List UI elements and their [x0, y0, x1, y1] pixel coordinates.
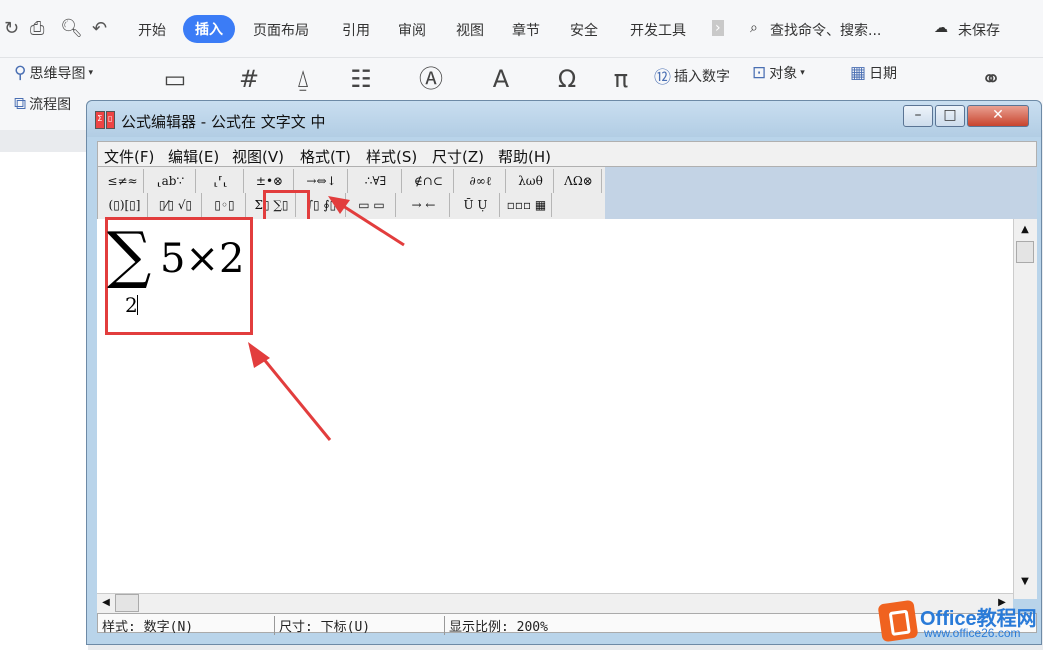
cloud-icon: ☁ [934, 20, 948, 36]
embellishments-palette[interactable]: ⸤⸢⸤ [198, 169, 244, 193]
number-icon: ⑫ [654, 68, 671, 88]
formula-expression[interactable]: 5×2 [160, 236, 244, 282]
mindmap-button[interactable]: ⚲ 思维导图 ▾ [14, 63, 93, 83]
office-logo-icon [877, 599, 919, 643]
header-footer-icon[interactable]: ▭ [160, 64, 190, 94]
tab-view[interactable]: 视图 [456, 20, 484, 40]
document-page[interactable] [0, 152, 88, 650]
watermark-url: www.office26.com [924, 626, 1021, 640]
matrix-templates[interactable]: ▫▫▫ ▦ [502, 193, 552, 217]
status-size: 尺寸: 下标(U) [274, 616, 370, 635]
spaces-palette[interactable]: ⸤ab∵ [146, 169, 196, 193]
maximize-button[interactable]: □ [935, 105, 965, 127]
save-status[interactable]: 未保存 [958, 20, 1000, 40]
scroll-down-icon[interactable]: ▼ [1016, 573, 1034, 591]
flowchart-icon: ⧉ [14, 94, 27, 114]
menu-edit[interactable]: 编辑(E) [168, 146, 219, 167]
tab-page-layout[interactable]: 页面布局 [253, 20, 309, 40]
minimize-button[interactable]: – [903, 105, 933, 127]
insert-number-button[interactable]: ⑫ 插入数字 [654, 63, 730, 88]
status-style: 样式: 数字(N) [102, 620, 194, 635]
formula-icon[interactable]: π [606, 64, 636, 94]
menu-bar: 文件(F) 编辑(E) 视图(V) 格式(T) 样式(S) 尺寸(Z) 帮助(H… [97, 141, 1037, 167]
print-preview-icon[interactable]: 🔍︎ [60, 18, 83, 39]
site-watermark: Office教程网 www.office26.com [876, 599, 1041, 644]
menu-style[interactable]: 样式(S) [366, 146, 417, 167]
tab-insert[interactable]: 插入 [183, 15, 235, 43]
tab-developer[interactable]: 开发工具 [630, 20, 686, 40]
mindmap-icon: ⚲ [14, 63, 27, 83]
menu-size[interactable]: 尺寸(Z) [432, 146, 484, 167]
text-cursor [137, 295, 138, 315]
tab-review[interactable]: 审阅 [398, 20, 426, 40]
pointer-arrow-formula [248, 342, 332, 441]
hyperlink-icon[interactable]: ⚭ [976, 64, 1006, 94]
tab-security[interactable]: 安全 [570, 20, 598, 40]
redo-icon[interactable]: ↻ [4, 18, 19, 39]
scrollbar-thumb[interactable] [1016, 241, 1034, 263]
tab-section[interactable]: 章节 [512, 20, 540, 40]
flowchart-button[interactable]: ⧉ 流程图 [14, 94, 71, 114]
summation-symbol: ∑ [107, 218, 152, 291]
watermark-icon[interactable]: ⍙ [288, 64, 318, 94]
vertical-scrollbar[interactable]: ▲ ▼ [1013, 219, 1037, 599]
window-title: 公式编辑器 - 公式在 文字文 中 [121, 113, 326, 131]
scroll-up-icon[interactable]: ▲ [1016, 221, 1034, 239]
misc-symbols-palette[interactable]: ∂∞ℓ [456, 169, 506, 193]
greek-upper-palette[interactable]: ΛΩ⊗ [556, 169, 602, 193]
tab-references[interactable]: 引用 [342, 20, 370, 40]
wordart-icon[interactable]: A [486, 64, 516, 94]
menu-file[interactable]: 文件(F) [104, 146, 154, 167]
close-button[interactable]: ✕ [967, 105, 1029, 127]
textbox-icon[interactable]: Ⓐ [416, 64, 446, 94]
tab-scroll-right-icon[interactable]: › [712, 20, 724, 36]
print-icon[interactable]: ⎙ [30, 18, 44, 39]
tab-home[interactable]: 开始 [138, 20, 166, 40]
menu-format[interactable]: 格式(T) [300, 146, 351, 167]
equation-editor-icon: Σ ▯ [95, 111, 115, 129]
search-icon[interactable]: ⌕ [750, 20, 758, 36]
object-icon: ⊡ [752, 63, 767, 83]
pointer-arrow-toolbar [328, 196, 405, 247]
search-box[interactable]: 查找命令、搜索... [770, 20, 881, 40]
subscript-superscript-templates[interactable]: ▯◦▯ [204, 193, 246, 217]
date-button[interactable]: ▦ 日期 [850, 63, 897, 83]
set-theory-palette[interactable]: ∉∩⊂ [404, 169, 454, 193]
dropdown-arrow-icon: ▾ [800, 68, 805, 78]
menu-view[interactable]: 视图(V) [232, 146, 284, 167]
toolbar-empty-area [605, 167, 1037, 219]
scrollbar-thumb[interactable] [115, 594, 139, 612]
greek-lower-palette[interactable]: λωθ [508, 169, 554, 193]
object-button[interactable]: ⊡ 对象 ▾ [752, 63, 805, 83]
calendar-icon: ▦ [850, 63, 867, 83]
fence-templates[interactable]: (▯)[▯] [102, 193, 148, 217]
symbol-icon[interactable]: Ω [552, 64, 582, 94]
menu-help[interactable]: 帮助(H) [498, 146, 551, 167]
dropdown-arrow-icon: ▾ [88, 68, 93, 78]
equation-editor-window: Σ ▯ 公式编辑器 - 公式在 文字文 中 – □ ✕ 文件(F) 编辑(E) 视… [86, 100, 1042, 645]
comment-icon[interactable]: ☷ [346, 64, 376, 94]
status-zoom: 显示比例: 200% [444, 616, 548, 635]
scroll-left-icon[interactable]: ◀ [97, 594, 115, 612]
window-titlebar[interactable]: Σ ▯ 公式编辑器 - 公式在 文字文 中 – □ ✕ [87, 101, 1041, 137]
relations-palette[interactable]: ≤≠≈ [102, 169, 144, 193]
product-templates[interactable]: Ū Ụ [452, 193, 500, 217]
fraction-radical-templates[interactable]: ▯⁄▯ √▯ [150, 193, 202, 217]
ribbon-tab-bar: ↻ ⎙ 🔍︎ ↶ 开始 插入 页面布局 引用 审阅 视图 章节 安全 开发工具 … [0, 0, 1043, 58]
formula-subscript[interactable]: 2 [125, 293, 138, 317]
page-number-icon[interactable]: # [234, 64, 264, 94]
undo-icon[interactable]: ↶ [92, 18, 107, 39]
